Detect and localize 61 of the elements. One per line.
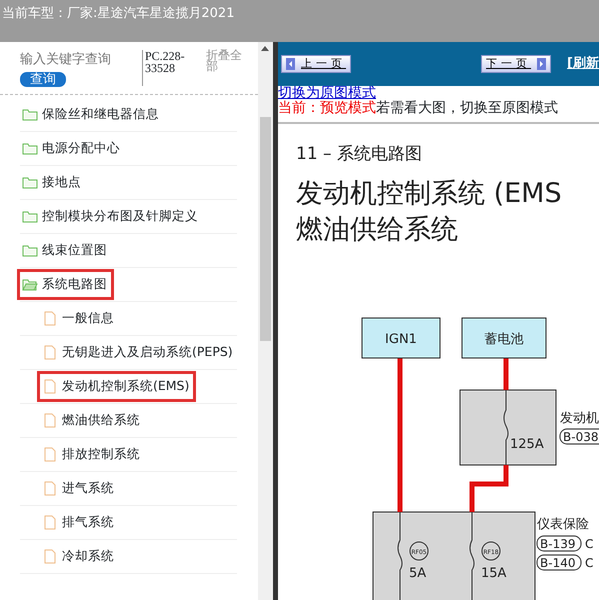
next-page-button[interactable]: 下一页	[481, 55, 552, 73]
document-icon	[42, 515, 58, 530]
folder-icon	[22, 243, 38, 258]
search-button[interactable]: 查询	[20, 72, 66, 86]
document-icon	[42, 549, 58, 564]
left-arrow-icon	[286, 58, 295, 70]
tree-item[interactable]: 电源分配中心	[20, 136, 124, 161]
current-mode-text: 当前：预览模式	[278, 100, 376, 116]
tree-item[interactable]: 排气系统	[40, 510, 118, 535]
fuse-id-circle	[482, 542, 500, 560]
tree-item[interactable]: 冷却系统	[40, 544, 118, 569]
model-label: 当前车型：	[2, 6, 67, 21]
document-icon	[42, 345, 58, 360]
previous-page-button[interactable]: 上一页	[281, 55, 351, 73]
tree-item[interactable]: 接地点	[20, 170, 85, 195]
open-folder-icon	[22, 277, 38, 292]
tree-item[interactable]: 线束位置图	[20, 238, 111, 263]
diagram-title: 燃油供给系统	[296, 212, 459, 246]
fuse-rating: 15A	[481, 566, 506, 581]
folder-icon	[22, 209, 38, 224]
tree-item[interactable]: 发动机控制系统(EMS)	[40, 374, 194, 399]
section-heading: 11 – 系统电路图	[296, 143, 423, 166]
tree-item[interactable]: 无钥匙进入及启动系统(PEPS)	[40, 340, 237, 365]
connector-tag: B-139	[536, 536, 582, 552]
tree-item[interactable]: 燃油供给系统	[40, 408, 144, 433]
tree-item[interactable]: 系统电路图	[20, 272, 111, 297]
document-icon	[42, 311, 58, 326]
pin-code: C	[585, 556, 594, 570]
connector-tag: B-140	[536, 554, 582, 570]
tree-item[interactable]: 一般信息	[40, 306, 118, 331]
fuse-rating: 5A	[409, 566, 426, 581]
mode-hint-text: 若需看大图，切换至原图模式	[376, 100, 558, 116]
document-icon	[42, 481, 58, 496]
tree-item[interactable]: 进气系统	[40, 476, 118, 501]
fuse-symbol-icon	[398, 512, 402, 600]
folder-icon	[22, 107, 38, 122]
fuse-symbol-icon	[504, 390, 508, 466]
document-icon	[42, 447, 58, 462]
model-value: 厂家:星途汽车星途揽月2021	[67, 6, 234, 21]
connector-tag: B-038	[560, 428, 599, 444]
fuse-box-label: 仪表保险	[537, 517, 589, 532]
document-icon	[42, 379, 58, 394]
fuse-id-circle	[410, 542, 428, 560]
power-source-label: 蓄电池	[484, 332, 524, 347]
tree-item[interactable]: 排放控制系统	[40, 442, 144, 467]
document-icon	[42, 413, 58, 428]
scroll-thumb[interactable]	[260, 117, 271, 341]
diagram-title: 发动机控制系统 (EMS	[296, 176, 563, 210]
power-source-label: IGN1	[385, 332, 417, 347]
module-label: 发动机	[560, 411, 599, 426]
scrollbar[interactable]	[258, 42, 273, 600]
folder-icon	[22, 175, 38, 190]
refresh-link[interactable]: [刷新	[567, 54, 599, 74]
folder-icon	[22, 141, 38, 156]
right-arrow-icon	[537, 58, 546, 70]
pin-code: C	[585, 537, 594, 551]
document-code: PC.228-33528	[142, 50, 202, 86]
fuse-rating: 125A	[510, 437, 544, 452]
fuse-symbol-icon	[470, 512, 474, 600]
tree-item[interactable]: 保险丝和继电器信息	[20, 102, 163, 127]
tree-item[interactable]: 控制模块分布图及针脚定义	[20, 204, 202, 229]
